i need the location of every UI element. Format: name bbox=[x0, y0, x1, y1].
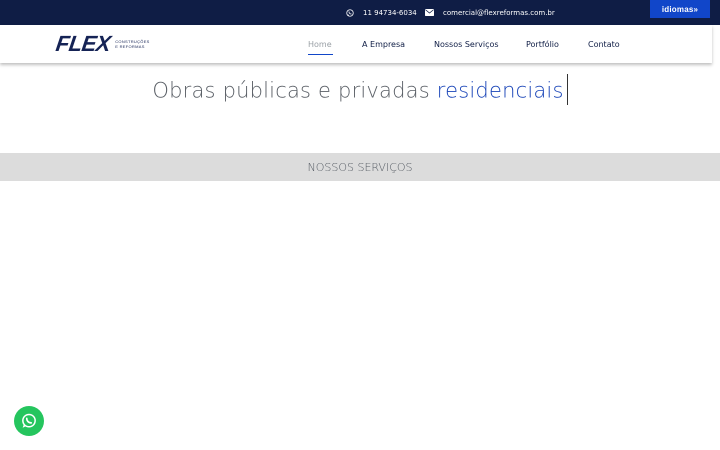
services-section-header: NOSSOS SERVIÇOS bbox=[0, 153, 720, 181]
logo-tagline: CONSTRUÇÕES E REFORMAS bbox=[115, 39, 149, 49]
whatsapp-icon bbox=[346, 8, 354, 17]
site-header: FLEX CONSTRUÇÕES E REFORMAS Home A Empre… bbox=[0, 25, 712, 63]
whatsapp-float-button[interactable] bbox=[14, 406, 44, 436]
top-contact-bar: 11 94734-6034 comercial@flexreformas.com… bbox=[0, 0, 720, 25]
email-contact[interactable]: comercial@flexreformas.com.br bbox=[425, 0, 555, 25]
section-title: NOSSOS SERVIÇOS bbox=[307, 160, 413, 174]
whatsapp-icon bbox=[22, 413, 36, 428]
phone-number[interactable]: 11 94734-6034 bbox=[363, 9, 417, 17]
email-address[interactable]: comercial@flexreformas.com.br bbox=[443, 9, 555, 17]
nav-portfolio[interactable]: Portfólio bbox=[526, 25, 559, 63]
hero-text: Obras públicas e privadas bbox=[152, 78, 437, 103]
nav-home[interactable]: Home bbox=[308, 25, 332, 63]
envelope-icon bbox=[425, 9, 434, 16]
nav-active-indicator bbox=[308, 54, 333, 55]
phone-contact[interactable]: 11 94734-6034 bbox=[346, 0, 417, 25]
flex-logo[interactable]: FLEX CONSTRUÇÕES E REFORMAS bbox=[54, 31, 150, 56]
hero-headline: Obras públicas e privadas residenciais bbox=[0, 74, 720, 105]
hero-accent-text: residenciais bbox=[436, 78, 564, 103]
nav-a-empresa[interactable]: A Empresa bbox=[362, 25, 405, 63]
language-button[interactable]: idiomas» bbox=[650, 0, 710, 18]
nav-nossos-servicos[interactable]: Nossos Serviços bbox=[434, 25, 499, 63]
nav-contato[interactable]: Contato bbox=[588, 25, 620, 63]
typing-cursor bbox=[566, 74, 568, 105]
logo-wordmark: FLEX bbox=[54, 31, 113, 56]
logo-tagline-line2: E REFORMAS bbox=[115, 44, 145, 49]
